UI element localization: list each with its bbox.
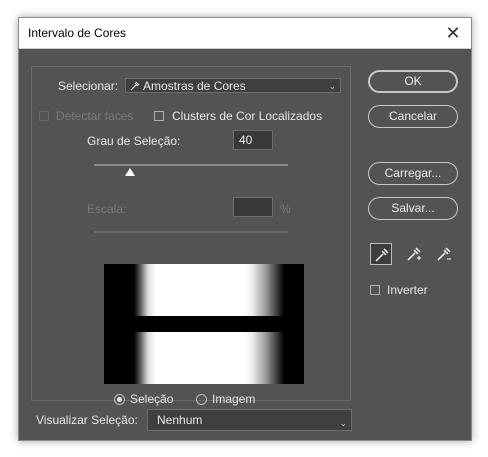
localized-clusters-label: Clusters de Cor Localizados [172,109,323,123]
dialog-body: Selecionar: Amostras de Cores ⌄ Detectar… [19,49,471,440]
radio-image[interactable] [196,394,207,405]
radio-selection-label: Seleção [130,392,174,406]
fuzziness-input[interactable]: 40 [233,130,273,150]
detect-faces-label: Detectar faces [56,109,134,123]
title-bar: Intervalo de Cores ✕ [19,18,471,49]
chevron-down-icon: ⌄ [328,81,336,91]
scale-unit: % [280,202,291,216]
select-dropdown[interactable]: Amostras de Cores ⌄ [125,78,341,93]
dialog-title: Intervalo de Cores [28,26,127,40]
eyedropper-plus-icon [407,247,421,261]
eyedropper-icon [375,248,389,262]
radio-selection[interactable] [114,394,125,405]
fuzziness-slider-track[interactable] [94,164,288,166]
scale-label: Escala: [87,202,127,216]
save-button[interactable]: Salvar... [368,197,458,220]
close-icon[interactable]: ✕ [435,18,471,48]
chevron-down-icon: ⌄ [339,418,347,428]
scale-input[interactable] [233,197,273,217]
options-group: Selecionar: Amostras de Cores ⌄ Detectar… [31,66,351,406]
preview-mode-value: Nenhum [157,413,203,427]
load-button[interactable]: Carregar... [368,162,458,185]
fuzziness-label: Grau de Seleção: [87,134,181,148]
eyedropper-minus-icon [437,247,451,261]
invert-label: Inverter [387,283,428,297]
invert-checkbox[interactable] [370,285,380,295]
radio-image-label: Imagem [212,392,256,406]
eyedropper-icon [130,81,140,91]
fuzziness-slider-thumb[interactable] [125,168,135,176]
cancel-button[interactable]: Cancelar [368,105,458,128]
select-label: Selecionar: [58,79,119,93]
ok-button[interactable]: OK [368,70,458,93]
color-range-dialog: Intervalo de Cores ✕ Selecionar: Amostra… [18,17,472,441]
preview-mode-dropdown[interactable]: Nenhum ⌄ [147,409,352,431]
select-value: Amostras de Cores [143,79,246,93]
add-to-sample-tool[interactable] [403,243,425,265]
detect-faces-checkbox[interactable] [39,111,49,121]
preview-mode-label: Visualizar Seleção: [36,413,138,427]
selection-preview [104,264,304,384]
scale-slider-track[interactable] [94,231,288,233]
eyedropper-tool[interactable] [370,243,392,265]
localized-clusters-checkbox[interactable] [154,111,164,121]
subtract-from-sample-tool[interactable] [433,243,455,265]
